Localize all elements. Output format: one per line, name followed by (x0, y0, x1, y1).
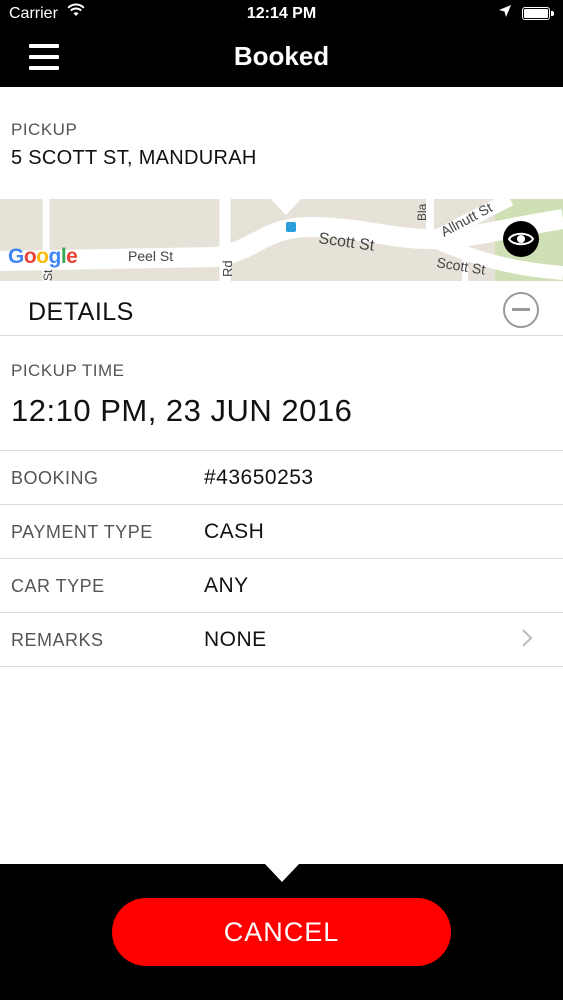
pickup-time-label: PICKUP TIME (11, 361, 125, 380)
pickup-time-value: 12:10 PM, 23 JUN 2016 (11, 393, 353, 428)
chevron-right-icon[interactable] (520, 627, 534, 654)
map-pointer (270, 199, 302, 215)
status-time: 12:14 PM (246, 5, 317, 22)
detail-row-remarks[interactable]: REMARKS NONE (0, 613, 563, 667)
location-arrow-icon (498, 4, 512, 23)
detail-row-booking: BOOKING #43650253 (0, 451, 563, 505)
pickup-section: PICKUP 5 SCOTT ST, MANDURAH (0, 87, 563, 200)
collapse-minus-icon[interactable] (503, 292, 539, 328)
footer-bar: CANCEL (0, 864, 563, 1000)
battery-icon (522, 7, 554, 20)
detail-row-payment-type: PAYMENT TYPE CASH (0, 505, 563, 559)
nav-bar: Booked (0, 30, 563, 87)
status-bar: Carrier 12:14 PM (0, 0, 563, 30)
row-key: REMARKS (11, 630, 104, 650)
eye-icon[interactable] (503, 221, 539, 257)
details-label: DETAILS (28, 298, 134, 326)
row-key: PAYMENT TYPE (11, 522, 153, 542)
map-street-label: Peel St (128, 248, 173, 264)
page-title: Booked (233, 41, 330, 71)
row-key: BOOKING (11, 468, 99, 488)
pickup-time-section: PICKUP TIME 12:10 PM, 23 JUN 2016 (0, 336, 563, 451)
map-street-label: Bla (415, 203, 429, 221)
row-value: NONE (204, 628, 267, 651)
map-view[interactable]: Peel St Scott St Allnutt St Scott St Rd … (0, 199, 563, 281)
pickup-address: 5 SCOTT ST, MANDURAH (11, 147, 257, 169)
details-header[interactable]: DETAILS (0, 281, 563, 336)
footer-notch (265, 864, 299, 882)
map-street-label: Rd (220, 260, 235, 277)
row-value: ANY (204, 574, 249, 597)
pickup-label: PICKUP (11, 120, 78, 139)
row-value: CASH (204, 520, 265, 543)
detail-row-car-type: CAR TYPE ANY (0, 559, 563, 613)
row-key: CAR TYPE (11, 576, 105, 596)
row-value: #43650253 (204, 466, 314, 489)
map-street-label: St (41, 269, 55, 281)
google-logo: Google (8, 245, 78, 268)
cancel-button[interactable]: CANCEL (112, 898, 451, 966)
